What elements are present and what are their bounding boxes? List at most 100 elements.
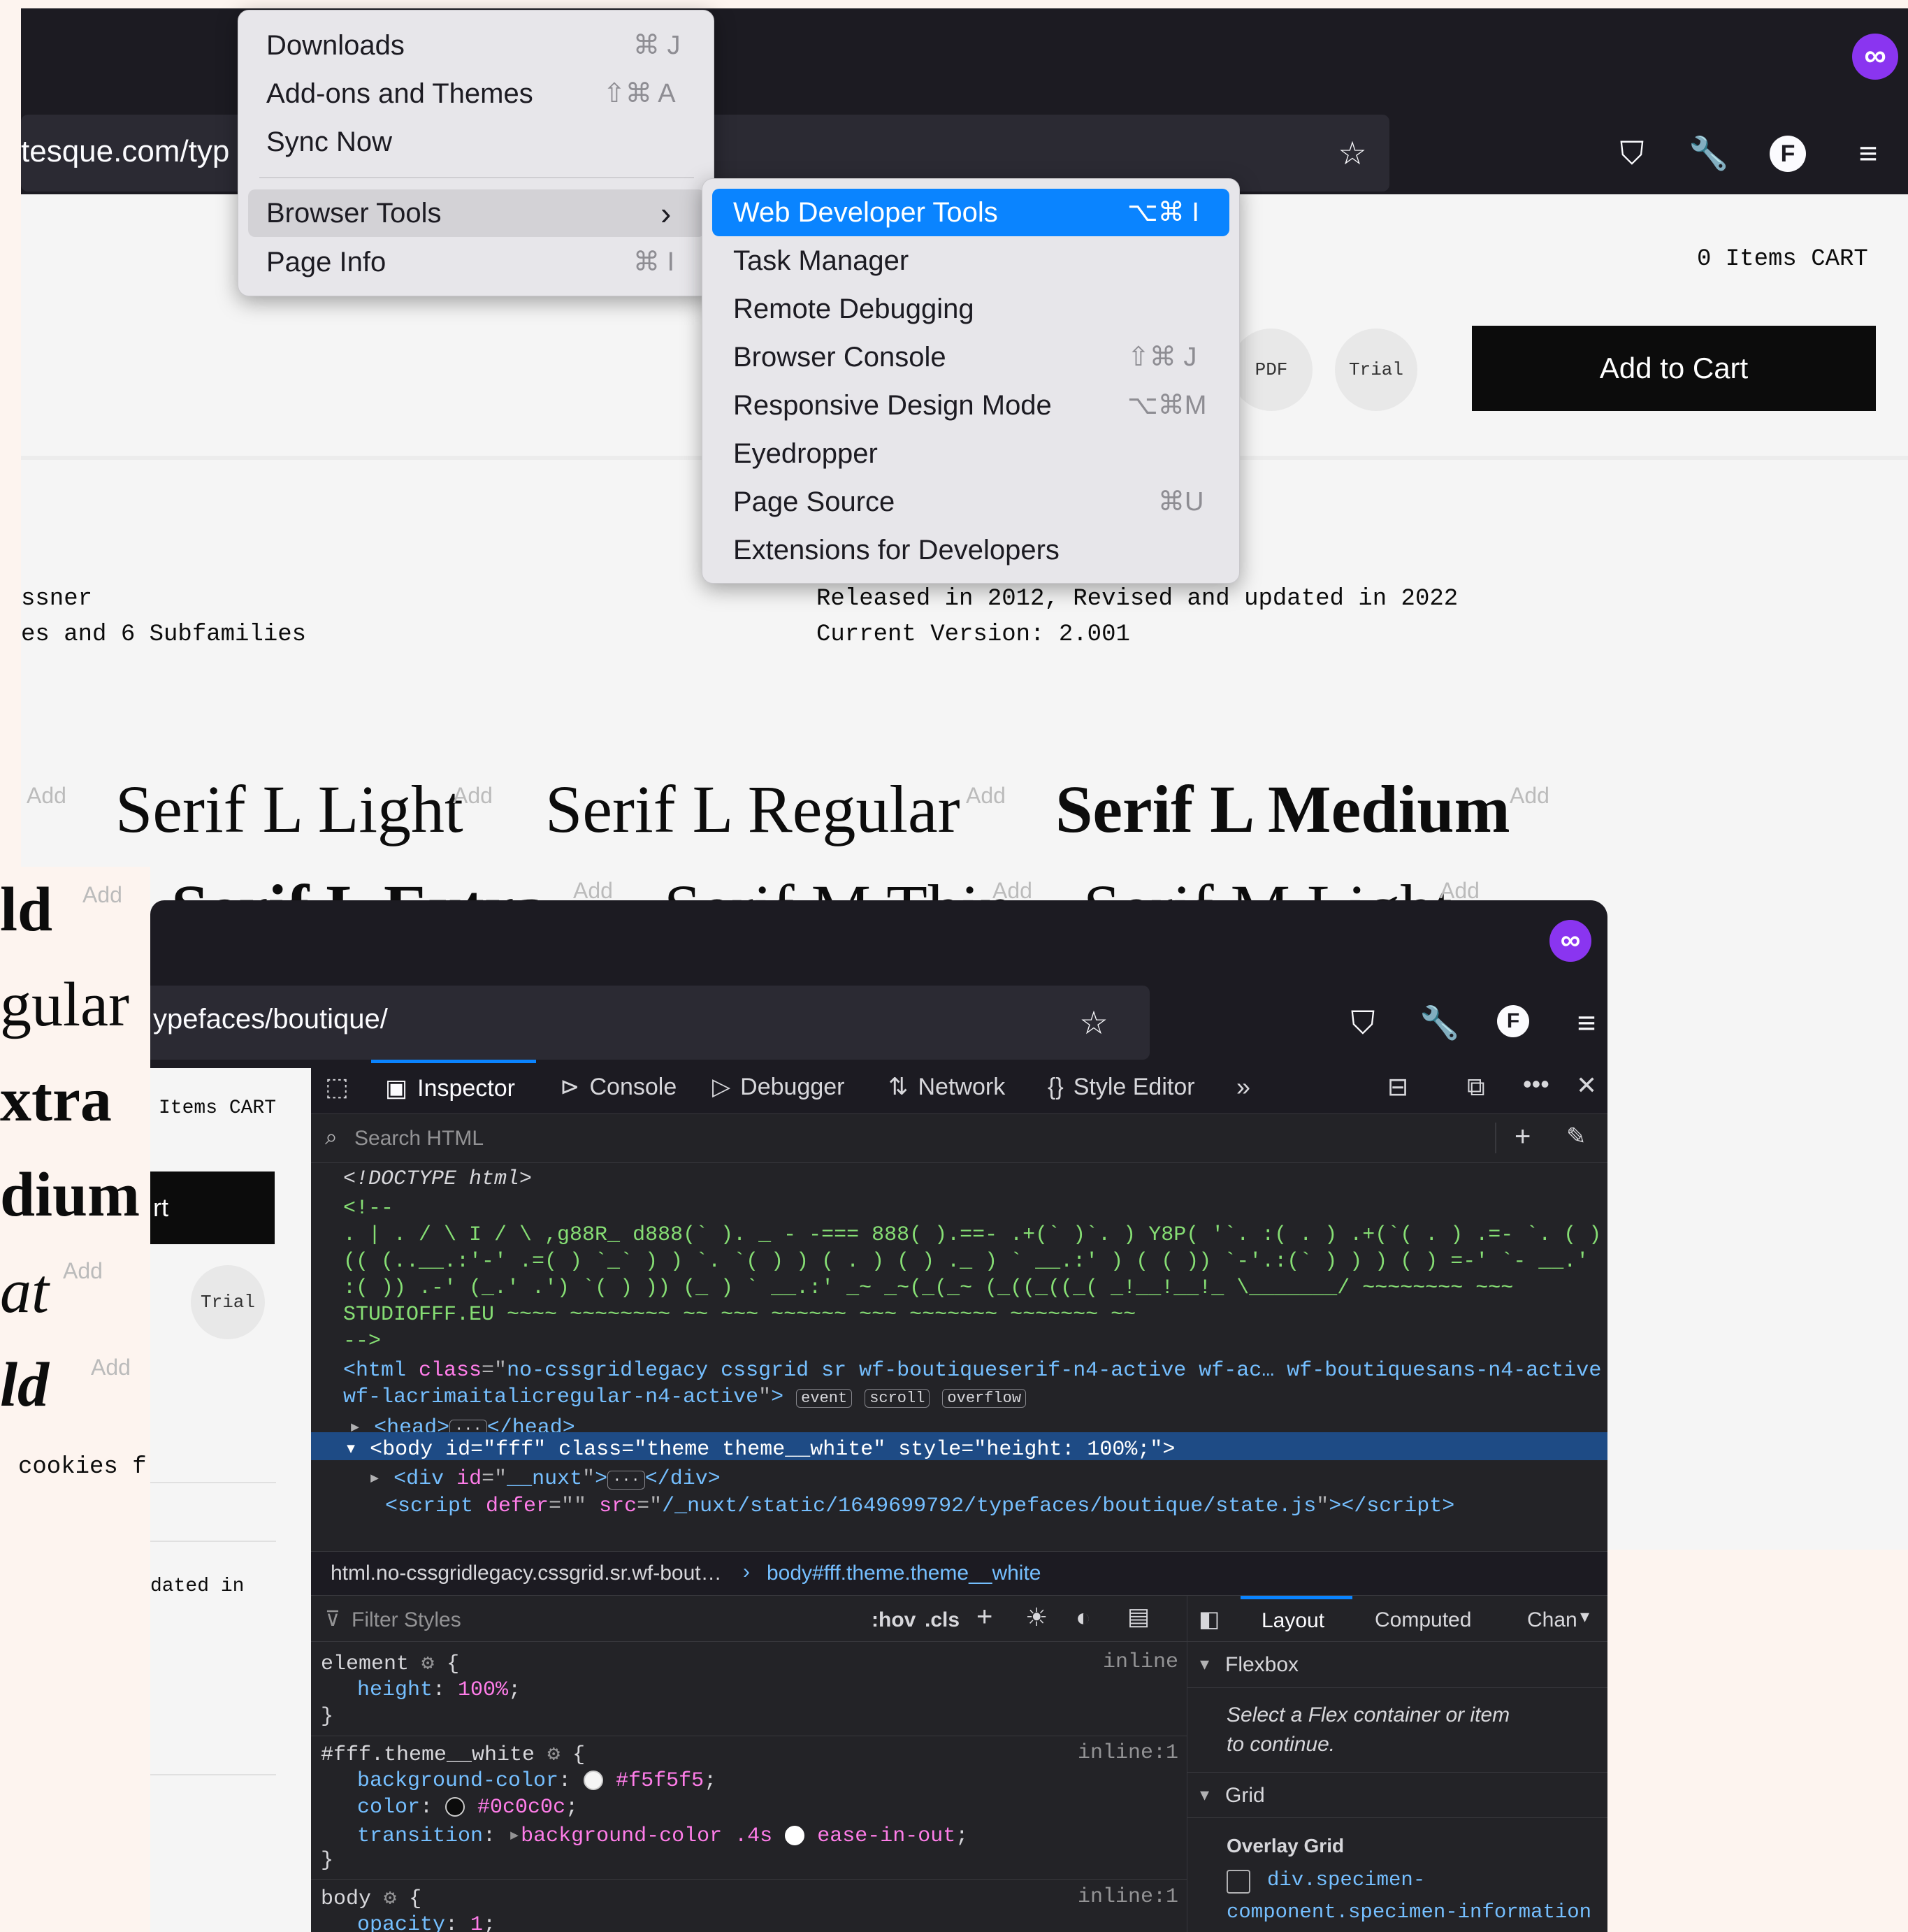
add-link[interactable]: Add [63, 1258, 103, 1284]
trial-button[interactable]: Trial [191, 1265, 265, 1339]
html-node[interactable]: <html class="no-cssgridlegacy cssgrid sr… [343, 1359, 1601, 1383]
account-avatar[interactable]: F [1497, 1005, 1529, 1037]
flexbox-section-header[interactable]: ▾ Flexbox [1187, 1642, 1607, 1688]
hamburger-menu-icon[interactable]: ≡ [1844, 129, 1893, 178]
body-node[interactable]: ▾ <body id="fff" class="theme theme__whi… [345, 1436, 1175, 1462]
responsive-mode-icon[interactable]: ⧉ [1467, 1072, 1485, 1102]
toggle-sidebar-icon[interactable]: ◧ [1199, 1606, 1220, 1632]
rule-theme-white[interactable]: #fff.theme__white ⚙ { [321, 1741, 585, 1767]
easing-icon[interactable] [785, 1826, 805, 1846]
event-badge[interactable]: event [796, 1389, 853, 1408]
add-link[interactable]: Add [82, 882, 122, 908]
bookmark-star-icon[interactable]: ☆ [1328, 129, 1377, 178]
tab-layout[interactable]: Layout [1241, 1596, 1352, 1642]
menu-item-browser-console[interactable]: Browser Console ⇧⌘ J [702, 333, 1241, 381]
pocket-icon[interactable]: ⛉ [1338, 998, 1387, 1047]
split-console-icon[interactable]: ⊟ [1387, 1072, 1408, 1102]
menu-item-browser-tools[interactable]: Browser Tools › [248, 189, 705, 237]
color-swatch[interactable] [584, 1771, 604, 1791]
wrench-icon[interactable]: 🔧 [1684, 129, 1733, 178]
cart-link[interactable]: 0 Items CART [1697, 246, 1868, 273]
more-tabs-icon[interactable]: » [1236, 1072, 1250, 1102]
cart-link[interactable]: Items CART [159, 1097, 276, 1119]
menu-item-responsive-design-mode[interactable]: Responsive Design Mode ⌥⌘M [702, 382, 1241, 429]
doctype-node[interactable]: <!DOCTYPE html> [343, 1167, 532, 1191]
hamburger-menu-icon[interactable]: ≡ [1562, 998, 1607, 1047]
rule-body[interactable]: body ⚙ { [321, 1885, 421, 1911]
declaration-background-color[interactable]: background-color: #f5f5f5; [357, 1769, 716, 1793]
rule-element[interactable]: element ⚙ { [321, 1650, 459, 1676]
account-avatar[interactable]: F [1770, 136, 1806, 172]
add-to-cart-button[interactable]: rt [150, 1172, 275, 1244]
menu-item-sync-now[interactable]: Sync Now [238, 118, 715, 166]
add-link[interactable]: Add [1510, 783, 1549, 809]
print-media-icon[interactable]: ▤ [1127, 1603, 1150, 1631]
comment-node[interactable]: <!-- [343, 1197, 393, 1220]
add-link[interactable]: Add [453, 783, 493, 809]
tab-changes[interactable]: Chan [1527, 1608, 1577, 1632]
menu-item-page-source[interactable]: Page Source ⌘U [702, 478, 1241, 526]
specimen-serif-l-light[interactable]: Serif L Light [115, 770, 463, 848]
pocket-icon[interactable]: ⛉ [1607, 129, 1656, 178]
extension-mask-icon[interactable]: ∞ [1852, 34, 1898, 80]
add-node-icon[interactable]: + [1515, 1121, 1531, 1153]
chevron-down-icon[interactable]: ▾ [1580, 1606, 1589, 1627]
nuxt-div-node[interactable]: ▸ <div id="__nuxt"> ··· </div> [368, 1465, 721, 1491]
filter-styles-input[interactable]: Filter Styles [352, 1608, 461, 1632]
specimen-serif-l-regular[interactable]: Serif L Regular [545, 770, 960, 848]
script-node[interactable]: <script defer="" src="/_nuxt/static/1649… [385, 1494, 1454, 1518]
declaration-color[interactable]: color: #0c0c0c; [357, 1796, 578, 1819]
hov-toggle[interactable]: :hov [872, 1608, 916, 1632]
rule-source[interactable]: inline:1 [1078, 1885, 1178, 1909]
scroll-badge[interactable]: scroll [865, 1389, 930, 1408]
wrench-icon[interactable]: 🔧 [1415, 998, 1464, 1047]
grid-section-header[interactable]: ▾ Grid [1187, 1772, 1607, 1818]
tab-network[interactable]: ⇅ Network [888, 1060, 1005, 1114]
menu-item-task-manager[interactable]: Task Manager [702, 237, 1241, 284]
html-node-continued: wf-lacrimaitalicregular-n4-active"> even… [343, 1385, 1027, 1409]
dark-mode-icon[interactable]: ◐ [1076, 1603, 1091, 1632]
rule-source[interactable]: inline:1 [1078, 1741, 1178, 1765]
search-input[interactable]: Search HTML [354, 1127, 484, 1151]
rule-source[interactable]: inline [1103, 1650, 1178, 1674]
info-designer: ssner [21, 586, 93, 612]
tab-console[interactable]: ⊳ Console [560, 1060, 677, 1114]
menu-item-page-info[interactable]: Page Info ⌘ I [238, 238, 715, 286]
add-to-cart-button[interactable]: Add to Cart [1472, 326, 1876, 411]
add-link[interactable]: Add [27, 783, 66, 809]
close-icon[interactable]: ✕ [1576, 1071, 1597, 1100]
add-rule-icon[interactable]: + [976, 1601, 992, 1633]
breadcrumb-html[interactable]: html.no-cssgridlegacy.cssgrid.sr.wf-bout… [331, 1562, 722, 1585]
trial-button[interactable]: Trial [1335, 329, 1417, 411]
rules-view: ⊽ Filter Styles :hov .cls + ☀ ◐ ▤ elemen… [311, 1596, 1187, 1932]
pdf-button[interactable]: PDF [1230, 329, 1313, 411]
tab-computed[interactable]: Computed [1375, 1608, 1471, 1632]
menu-item-extensions-for-developers[interactable]: Extensions for Developers [702, 526, 1241, 574]
bookmark-star-icon[interactable]: ☆ [1069, 998, 1118, 1047]
declaration-height[interactable]: height: 100%; [357, 1678, 521, 1702]
eyedropper-icon[interactable]: ✎ [1566, 1123, 1587, 1151]
declaration-transition[interactable]: transition: ▸background-color .4s ease-i… [357, 1822, 968, 1848]
cls-toggle[interactable]: .cls [925, 1608, 960, 1632]
light-mode-icon[interactable]: ☀ [1025, 1603, 1048, 1632]
grid-overlay-checkbox[interactable] [1227, 1870, 1250, 1894]
menu-item-eyedropper[interactable]: Eyedropper [702, 430, 1241, 477]
add-link[interactable]: Add [966, 783, 1006, 809]
extension-mask-icon[interactable]: ∞ [1549, 920, 1591, 962]
menu-item-remote-debugging[interactable]: Remote Debugging [702, 285, 1241, 333]
menu-item-downloads[interactable]: Downloads ⌘ J [238, 22, 715, 69]
tab-inspector[interactable]: ▣ Inspector [371, 1060, 536, 1114]
tab-style-editor[interactable]: {} Style Editor [1048, 1060, 1195, 1114]
more-options-icon[interactable]: ••• [1523, 1069, 1549, 1099]
tab-debugger[interactable]: ▷ Debugger [712, 1060, 845, 1114]
declaration-opacity[interactable]: opacity: 1; [357, 1913, 496, 1932]
url-bar[interactable]: ypefaces/boutique/ ☆ [150, 986, 1150, 1060]
specimen-serif-l-medium[interactable]: Serif L Medium [1055, 770, 1510, 848]
menu-item-addons[interactable]: Add-ons and Themes ⇧⌘ A [238, 70, 715, 117]
overflow-badge[interactable]: overflow [942, 1389, 1027, 1408]
element-picker-icon[interactable]: ⬚ [325, 1072, 349, 1102]
menu-item-web-developer-tools[interactable]: Web Developer Tools ⌥⌘ I [712, 189, 1229, 236]
breadcrumb-body[interactable]: body#fff.theme.theme__white [767, 1562, 1041, 1585]
add-link[interactable]: Add [91, 1355, 131, 1380]
color-swatch[interactable] [445, 1797, 465, 1817]
